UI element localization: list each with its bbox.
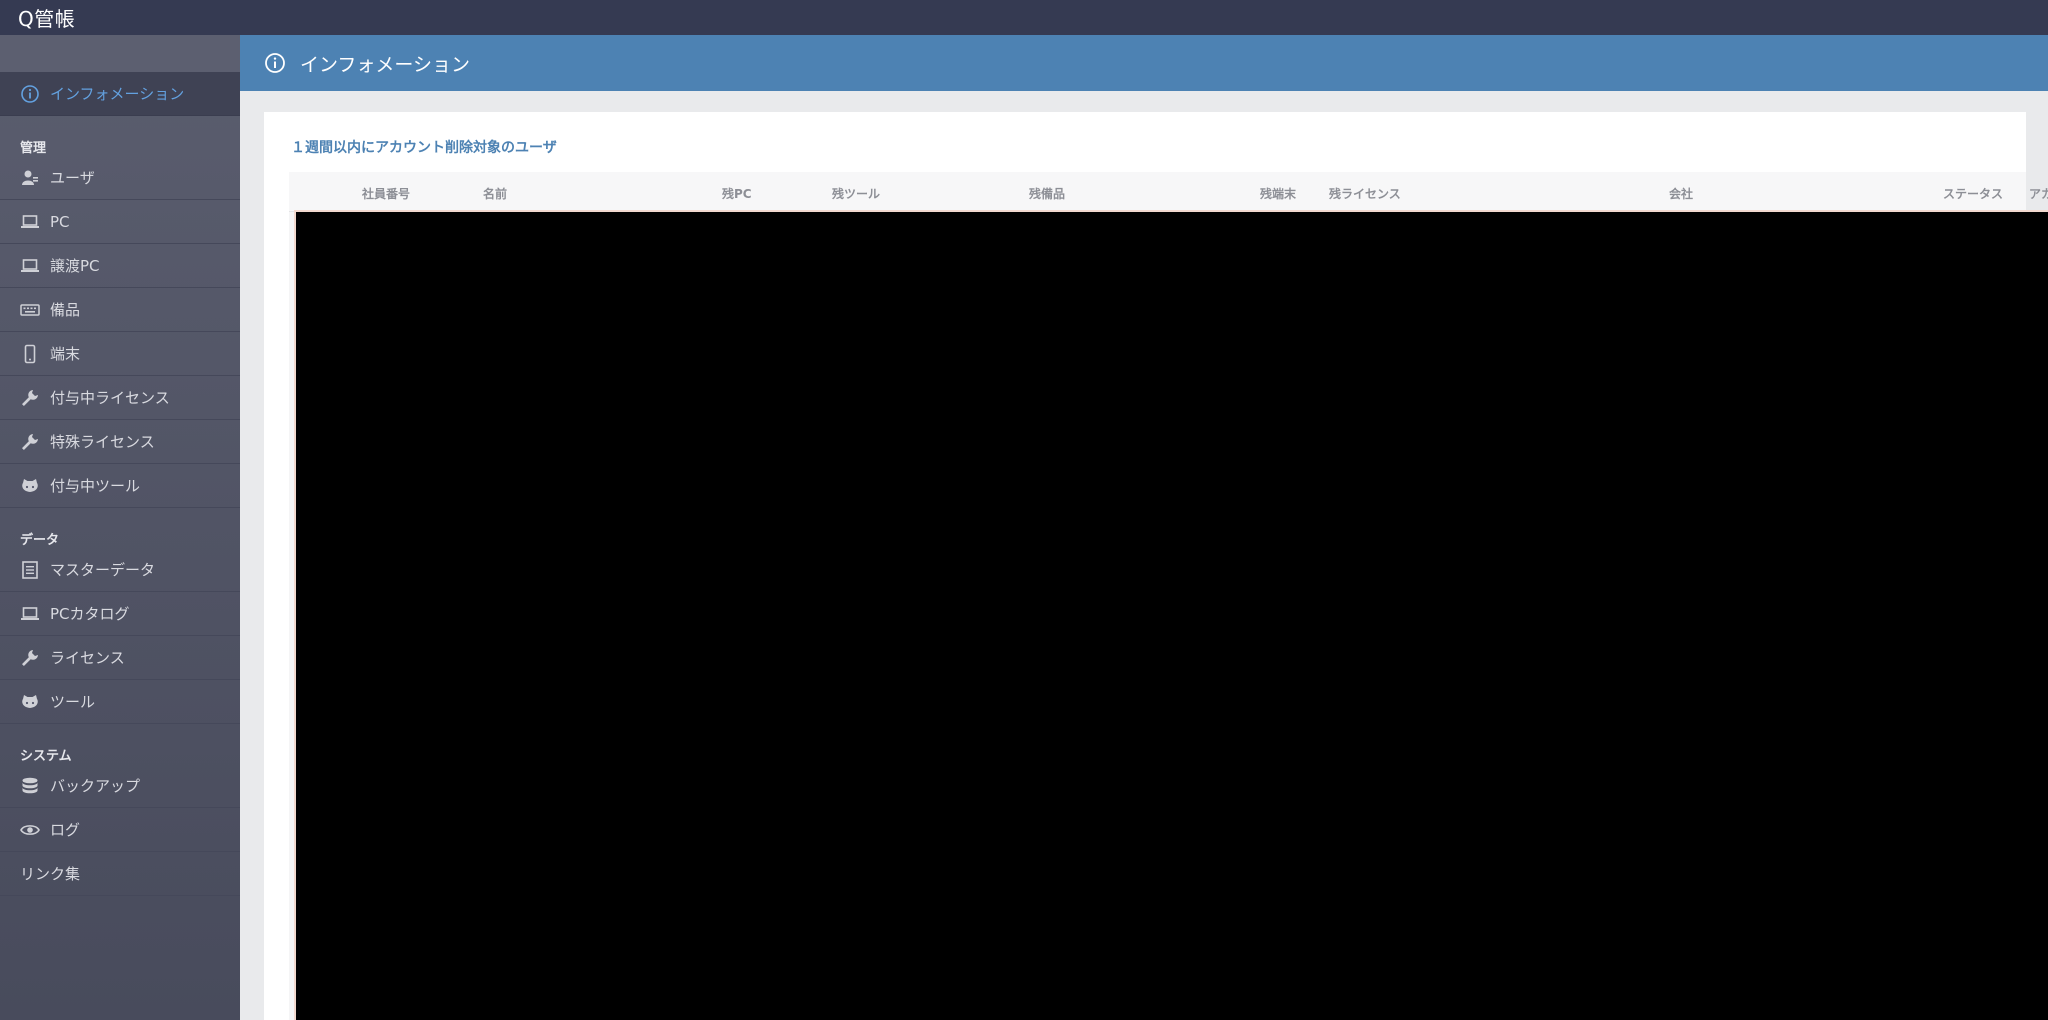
page-title: インフォメーション [300,53,471,76]
sidebar-item-tools[interactable]: ツール [0,680,240,724]
sidebar-item-pc[interactable]: PC [0,200,240,244]
column-header-remaining-pc[interactable]: 残PC [722,185,752,202]
clipped-cell-marker [2036,872,2048,886]
sidebar-item-information[interactable]: インフォメーション [0,72,240,116]
sidebar-item-assigned-tools[interactable]: 付与中ツール [0,464,240,508]
sidebar-item-label: 備品 [50,301,81,319]
sidebar-item-backup[interactable]: バックアップ [0,764,240,808]
sidebar-item-label: 譲渡PC [50,257,100,275]
sidebar-item-label: ライセンス [50,649,125,667]
laptop-icon [20,212,40,232]
column-header-employee-id[interactable]: 社員番号 [362,185,410,202]
sidebar-item-label: インフォメーション [50,85,185,103]
wrench-icon [20,388,40,408]
github-icon [20,476,40,496]
section-label-system: システム [20,749,72,764]
clipped-cell-marker [2036,275,2048,289]
app-title-bar: Q管帳 [0,0,2048,35]
laptop-icon [20,604,40,624]
eye-icon [20,820,40,840]
info-circle-icon [264,52,286,74]
wrench-icon [20,432,40,452]
sidebar-item-equipment[interactable]: 備品 [0,288,240,332]
section-label-management: 管理 [20,141,47,156]
sidebar-item-label: マスターデータ [50,561,156,579]
wrench-icon [20,648,40,668]
clipped-cell-marker [2036,815,2048,829]
sidebar-item-label: PC [50,212,70,231]
column-header-company[interactable]: 会社 [1669,185,1693,202]
keyboard-icon [20,300,40,320]
redacted-table-body [294,210,2048,1020]
clipped-cell-marker [2036,220,2048,234]
sidebar-item-label: ユーザ [50,169,95,187]
column-header-remaining-tools[interactable]: 残ツール [832,185,880,202]
clipped-cell-marker [2036,545,2048,559]
sidebar-item-label: PCカタログ [50,605,130,623]
sidebar-item-label: 特殊ライセンス [50,433,155,451]
sidebar-item-pc-catalog[interactable]: PCカタログ [0,592,240,636]
laptop-icon [20,256,40,276]
sidebar-item-transfer-pc[interactable]: 譲渡PC [0,244,240,288]
column-header-remaining-devices[interactable]: 残端末 [1260,185,1296,202]
sidebar-item-devices[interactable]: 端末 [0,332,240,376]
sidebar-item-users[interactable]: ユーザ [0,156,240,200]
sidebar-item-label: ツール [50,693,96,711]
sidebar-item-special-licenses[interactable]: 特殊ライセンス [0,420,240,464]
column-header-name[interactable]: 名前 [483,185,507,202]
sidebar-top-spacer [0,35,240,72]
section-label-data: データ [20,533,60,548]
sidebar: インフォメーション 管理 ユーザ PC 譲渡PC 備品 端末 付与中ライセンス … [0,35,240,1020]
sidebar-item-label: 付与中ライセンス [50,389,170,407]
sidebar-item-licenses[interactable]: ライセンス [0,636,240,680]
sidebar-item-label: リンク集 [20,865,81,883]
sidebar-item-label: 端末 [50,345,81,363]
sidebar-item-assigned-licenses[interactable]: 付与中ライセンス [0,376,240,420]
page-header: インフォメーション [240,35,2048,91]
github-icon [20,692,40,712]
sidebar-item-log[interactable]: ログ [0,808,240,852]
list-icon [20,560,40,580]
clipped-cell-marker [2036,728,2048,742]
database-icon [20,776,40,796]
sidebar-item-label: バックアップ [50,777,141,795]
table-header-row: 社員番号 名前 残PC 残ツール 残備品 残端末 残ライセンス 会社 ステータス… [289,172,2048,212]
sidebar-item-label: ログ [50,821,81,839]
app-title: Q管帳 [18,7,76,31]
section-title: １週間以内にアカウント削除対象のユーザ [291,140,557,156]
column-header-status[interactable]: ステータス [1943,185,2003,202]
column-header-remaining-equipment[interactable]: 残備品 [1029,185,1065,202]
user-icon [20,168,40,188]
sidebar-item-master-data[interactable]: マスターデータ [0,548,240,592]
clipped-cell-marker [2036,490,2048,504]
sidebar-item-label: 付与中ツール [50,477,141,495]
sidebar-item-links[interactable]: リンク集 [0,852,240,896]
column-header-remaining-licenses[interactable]: 残ライセンス [1329,185,1401,202]
info-circle-icon [20,84,40,104]
mobile-icon [20,344,40,364]
